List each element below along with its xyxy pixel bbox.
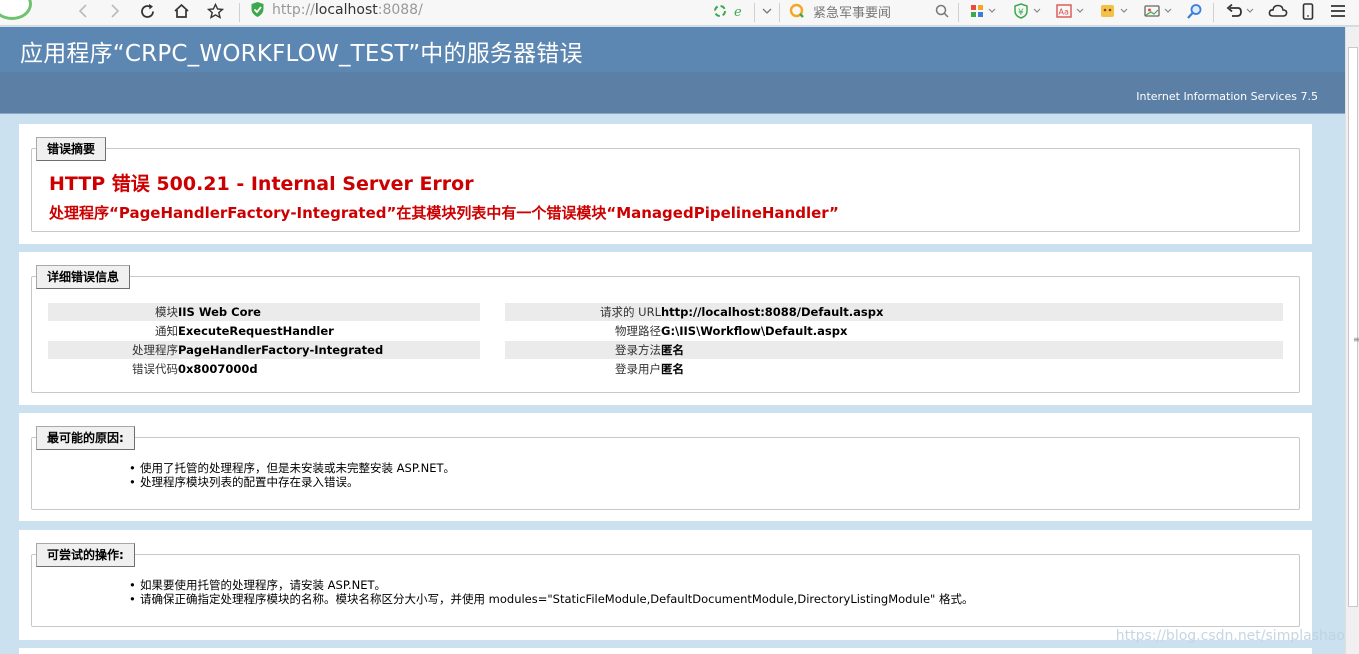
- toolbar-separator: [958, 3, 959, 22]
- security-shield-icon: [250, 1, 265, 18]
- scrollbar-thumb[interactable]: ≡: [1348, 47, 1359, 607]
- forward-icon[interactable]: [106, 0, 124, 22]
- undo-icon[interactable]: [1224, 0, 1258, 22]
- detail-row: 错误代码 0x8007000d: [48, 360, 480, 378]
- detail-label: 登录用户: [615, 362, 661, 376]
- svg-text:¥: ¥: [1018, 8, 1024, 18]
- page-header: 应用程序“CRPC_WORKFLOW_TEST”中的服务器错误: [0, 27, 1345, 72]
- svg-text:e: e: [734, 5, 742, 18]
- list-item: 如果要使用托管的处理程序，请安装 ASP.NET。: [129, 578, 973, 592]
- vertical-scrollbar[interactable]: ≡: [1345, 27, 1359, 654]
- svg-text:Aa: Aa: [1059, 8, 1069, 17]
- error-subtitle: 处理程序“PageHandlerFactory-Integrated”在其模块列…: [49, 204, 839, 222]
- actions-panel: 可尝试的操作: 如果要使用托管的处理程序，请安装 ASP.NET。 请确保正确指…: [19, 530, 1312, 640]
- browser-toolbar: http://localhost:8088/ e 紧急军事要闻 ¥ Aa: [0, 0, 1359, 26]
- search-input[interactable]: 紧急军事要闻: [813, 2, 891, 21]
- list-item: 使用了托管的处理程序，但是未安装或未完整安装 ASP.NET。: [129, 461, 455, 475]
- error-summary-panel: 错误摘要 HTTP 错误 500.21 - Internal Server Er…: [19, 124, 1312, 244]
- menu-icon[interactable]: [1328, 0, 1348, 22]
- error-details-legend: 详细错误信息: [36, 265, 131, 289]
- causes-fieldset: 最可能的原因: 使用了托管的处理程序，但是未安装或未完整安装 ASP.NET。 …: [31, 426, 1300, 510]
- refresh-icon[interactable]: [137, 0, 157, 22]
- detail-label: 模块: [155, 305, 178, 319]
- home-icon[interactable]: [171, 0, 191, 22]
- browser-logo-icon: [0, 0, 32, 20]
- detail-value: PageHandlerFactory-Integrated: [178, 343, 384, 357]
- detail-row: 模块 IIS Web Core: [48, 303, 480, 321]
- detail-row: 处理程序 PageHandlerFactory-Integrated: [48, 341, 480, 359]
- actions-legend: 可尝试的操作:: [36, 543, 135, 567]
- causes-list: 使用了托管的处理程序，但是未安装或未完整安装 ASP.NET。 处理程序模块列表…: [129, 461, 455, 489]
- toolbar-separator: [754, 3, 755, 22]
- detail-value: 匿名: [661, 343, 684, 357]
- server-info: Internet Information Services 7.5: [1136, 90, 1318, 103]
- error-details-fieldset: 详细错误信息 模块 IIS Web Core 通知 ExecuteRequest…: [31, 265, 1300, 393]
- detail-label: 请求的 URL: [600, 305, 661, 319]
- detail-label: 物理路径: [615, 324, 661, 338]
- url-prefix: http://: [272, 2, 315, 18]
- page-title: 应用程序“CRPC_WORKFLOW_TEST”中的服务器错误: [20, 41, 583, 67]
- ie-compat-icon[interactable]: e: [732, 0, 748, 22]
- scrollbar-grip-icon: ≡: [1353, 335, 1359, 344]
- detail-value: 匿名: [661, 362, 684, 376]
- apps-grid-icon[interactable]: [968, 0, 998, 22]
- speed-mode-icon[interactable]: [712, 0, 728, 22]
- screenshot-icon[interactable]: [1142, 0, 1176, 22]
- detail-row: 通知 ExecuteRequestHandler: [48, 322, 480, 340]
- favorite-star-icon[interactable]: [205, 0, 225, 22]
- error-summary-legend: 错误摘要: [36, 137, 107, 161]
- watermark: https://blog.csdn.net/simplashao: [1115, 628, 1345, 644]
- causes-legend: 最可能的原因:: [36, 426, 135, 450]
- address-bar-input[interactable]: http://localhost:8088/: [272, 2, 423, 18]
- detail-label: 处理程序: [132, 343, 178, 357]
- detail-value: http://localhost:8088/Default.aspx: [661, 305, 884, 319]
- detail-value: ExecuteRequestHandler: [178, 324, 334, 338]
- next-panel: [19, 648, 1312, 654]
- list-item: 请确保正确指定处理程序模块的名称。模块名称区分大小写，并使用 modules="…: [129, 592, 973, 606]
- address-dropdown-icon[interactable]: [760, 0, 774, 22]
- url-suffix: :8088/: [377, 2, 423, 18]
- causes-panel: 最可能的原因: 使用了托管的处理程序，但是未安装或未完整安装 ASP.NET。 …: [19, 413, 1312, 521]
- error-summary-fieldset: 错误摘要 HTTP 错误 500.21 - Internal Server Er…: [31, 137, 1300, 232]
- search-icon[interactable]: [933, 0, 951, 22]
- detail-value: 0x8007000d: [178, 362, 258, 376]
- detail-row: 登录用户 匿名: [505, 360, 1283, 378]
- toolbar-separator: [779, 3, 780, 22]
- url-host: localhost: [314, 2, 378, 18]
- detail-label: 错误代码: [132, 362, 178, 376]
- toolbar-separator: [1213, 3, 1214, 22]
- error-title: HTTP 错误 500.21 - Internal Server Error: [49, 173, 474, 195]
- cloud-icon[interactable]: [1267, 0, 1289, 22]
- detail-label: 通知: [155, 324, 178, 338]
- actions-fieldset: 可尝试的操作: 如果要使用托管的处理程序，请安装 ASP.NET。 请确保正确指…: [31, 543, 1300, 627]
- detail-value: IIS Web Core: [178, 305, 261, 319]
- mobile-icon[interactable]: [1300, 0, 1316, 22]
- detail-row: 登录方法 匿名: [505, 341, 1283, 359]
- detail-row: 请求的 URL http://localhost:8088/Default.as…: [505, 303, 1283, 321]
- header-subbar: Internet Information Services 7.5: [0, 72, 1345, 114]
- actions-list: 如果要使用托管的处理程序，请安装 ASP.NET。 请确保正确指定处理程序模块的…: [129, 578, 973, 606]
- translate-icon[interactable]: Aa: [1054, 0, 1088, 22]
- find-icon[interactable]: [1184, 0, 1204, 22]
- detail-label: 登录方法: [615, 343, 661, 357]
- error-details-panel: 详细错误信息 模块 IIS Web Core 通知 ExecuteRequest…: [19, 252, 1312, 405]
- back-icon[interactable]: [74, 0, 92, 22]
- extension-icon[interactable]: [1098, 0, 1132, 22]
- search-engine-icon[interactable]: [788, 0, 806, 22]
- toolbar-separator: [239, 3, 240, 22]
- list-item: 处理程序模块列表的配置中存在录入错误。: [129, 475, 455, 489]
- payment-icon[interactable]: ¥: [1012, 0, 1044, 22]
- detail-value: G:\IIS\Workflow\Default.aspx: [661, 324, 848, 338]
- detail-row: 物理路径 G:\IIS\Workflow\Default.aspx: [505, 322, 1283, 340]
